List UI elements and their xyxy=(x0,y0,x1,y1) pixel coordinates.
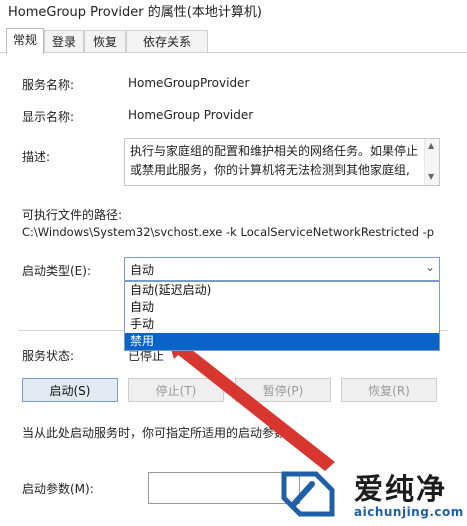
watermark-url: aichunjing.com xyxy=(354,505,464,519)
option-auto[interactable]: 自动 xyxy=(125,299,439,316)
option-auto-delayed[interactable]: 自动(延迟启动) xyxy=(125,282,439,299)
watermark-name: 爱纯净 xyxy=(354,472,448,506)
option-manual[interactable]: 手动 xyxy=(125,316,439,333)
option-disabled[interactable]: 禁用 xyxy=(125,333,439,350)
tab-general[interactable]: 常规 xyxy=(6,28,44,54)
annotation-arrow-icon xyxy=(166,333,335,471)
startup-type-dropdown[interactable]: 自动(延迟启动) 自动 手动 禁用 xyxy=(124,281,440,351)
